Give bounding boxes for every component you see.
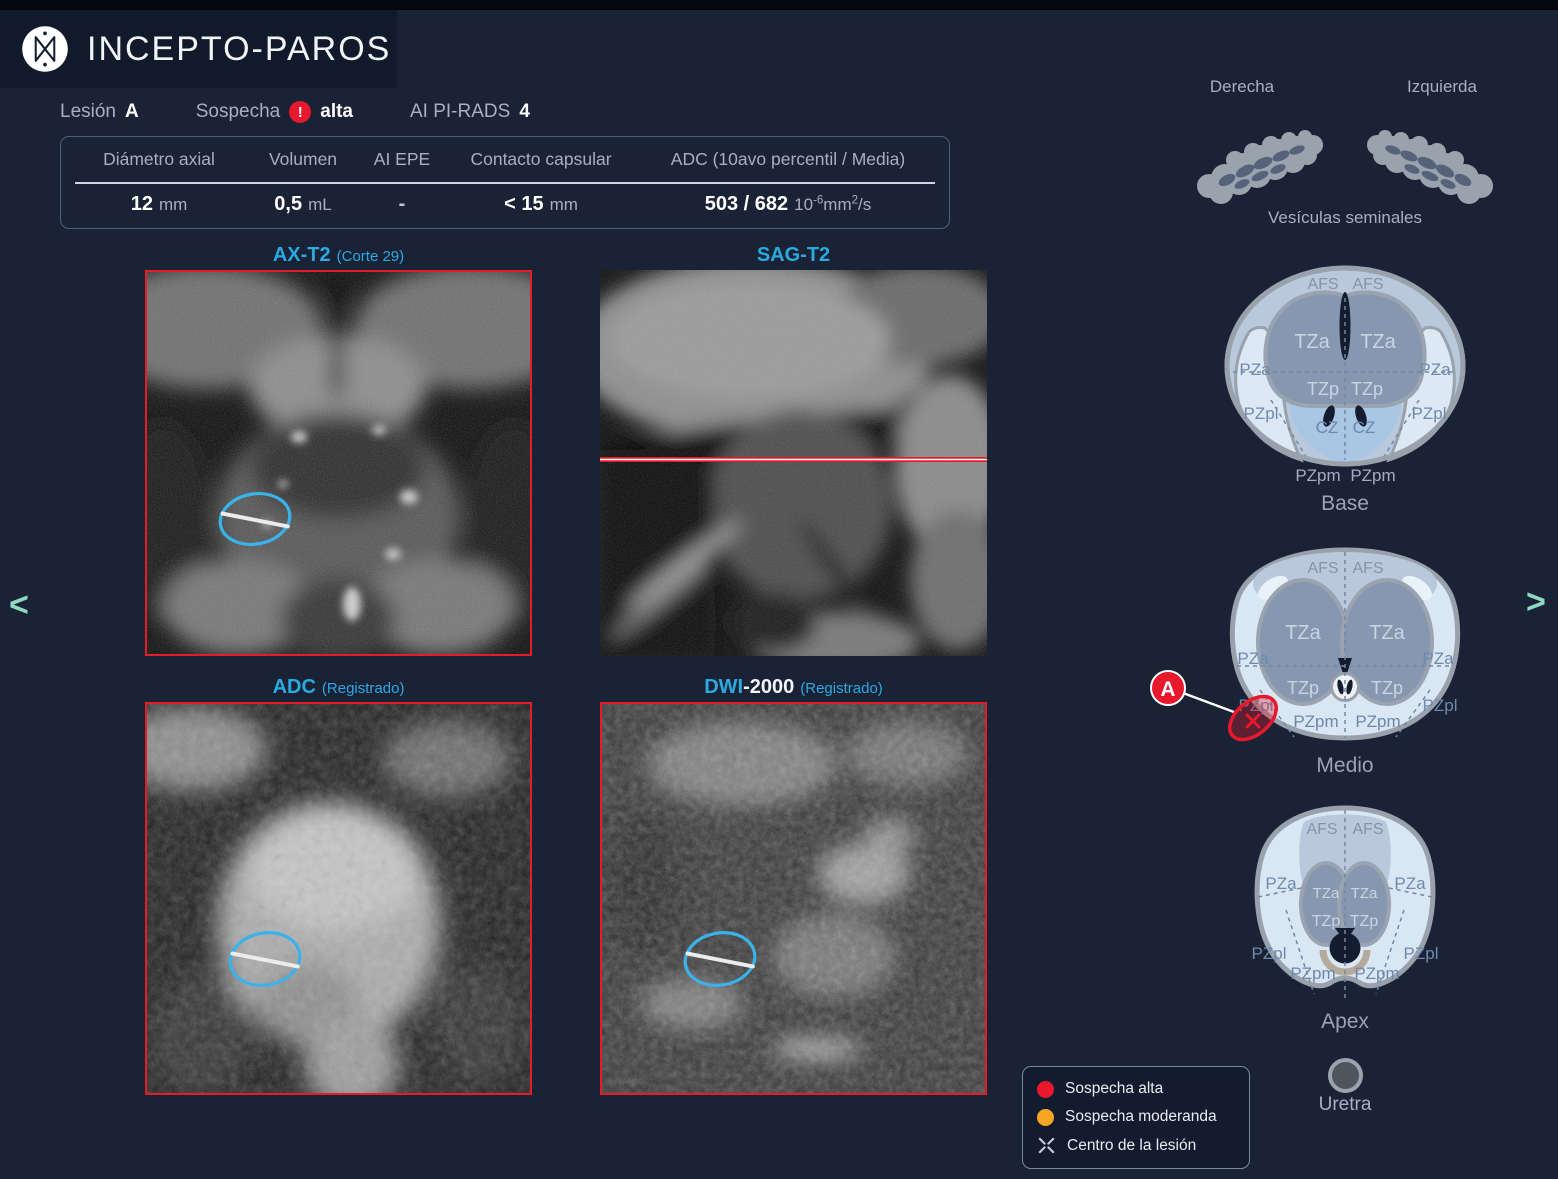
zone-label-pza: PZa bbox=[1422, 649, 1454, 668]
metrics-table: Diámetro axial Volumen AI EPE Contacto c… bbox=[60, 136, 950, 229]
col-diameter: Diámetro axial bbox=[61, 149, 257, 170]
capsular-value: < 15mm bbox=[455, 193, 627, 216]
medio-sector-diagram[interactable]: AFS AFS TZa TZa PZa PZa TZp TZp PZpl PZp… bbox=[1140, 540, 1485, 759]
metrics-header-row: Diámetro axial Volumen AI EPE Contacto c… bbox=[61, 137, 949, 181]
base-label: Base bbox=[1285, 492, 1405, 516]
suspicion-value: alta bbox=[320, 101, 353, 123]
zone-label-tza: TZa bbox=[1369, 622, 1405, 644]
prev-lesion-button[interactable]: < bbox=[9, 588, 29, 622]
sag-t2-title: SAG-T2 bbox=[600, 244, 987, 267]
zone-label-afs: AFS bbox=[1307, 276, 1338, 293]
vesicles-label: Vesículas seminales bbox=[1225, 208, 1465, 228]
lesion-a-badge[interactable]: A bbox=[1151, 671, 1185, 705]
zone-label-tzp: TZp bbox=[1371, 678, 1403, 698]
seminal-vesicles-diagram[interactable] bbox=[1187, 118, 1503, 215]
zone-label-tzp: TZp bbox=[1287, 678, 1319, 698]
pirads-label: AI PI-RADS bbox=[410, 101, 510, 123]
lesion-badge-letter: A bbox=[1160, 678, 1175, 701]
zone-label-pzpm: PZpm bbox=[1290, 964, 1335, 983]
legend-item-center: Centro de la lesión bbox=[1037, 1136, 1235, 1155]
zone-label-pza: PZa bbox=[1394, 874, 1426, 893]
zone-label-pzpl: PZpl bbox=[1244, 404, 1279, 423]
lesion-value: A bbox=[125, 101, 139, 123]
alert-icon: ! bbox=[289, 101, 311, 123]
zone-label-afs: AFS bbox=[1352, 560, 1383, 577]
zone-label-tzp: TZp bbox=[1351, 379, 1383, 399]
adc-title: ADC(Registrado) bbox=[145, 676, 532, 699]
zone-label-pza: PZa bbox=[1237, 649, 1269, 668]
zone-label-pzpm: PZpm bbox=[1293, 712, 1338, 731]
zone-label-pza: PZa bbox=[1239, 360, 1271, 379]
header-separator bbox=[75, 182, 935, 184]
dwi-viewer[interactable] bbox=[600, 702, 987, 1095]
ax-t2-title: AX-T2(Corte 29) bbox=[145, 244, 532, 267]
zone-label-tza: TZa bbox=[1351, 885, 1378, 902]
urethra-icon bbox=[1328, 1058, 1363, 1093]
zone-label-tzp: TZp bbox=[1312, 913, 1341, 930]
incepto-logo-icon bbox=[18, 22, 72, 76]
volume-value: 0,5mL bbox=[257, 193, 349, 216]
zone-label-cz: CZ bbox=[1353, 418, 1376, 437]
dwi-title: DWI-2000(Registrado) bbox=[600, 676, 987, 699]
zone-label-tzp: TZp bbox=[1350, 913, 1379, 930]
zone-label-pzpl: PZpl bbox=[1423, 696, 1458, 715]
sag-t2-viewer[interactable] bbox=[600, 270, 987, 656]
zone-label-cz: CZ bbox=[1316, 418, 1339, 437]
right-side-label: Derecha bbox=[1186, 77, 1298, 97]
brand-header: INCEPTO-PAROS bbox=[0, 10, 397, 88]
zone-label-pzpl: PZpl bbox=[1404, 944, 1439, 963]
zone-label-pzpm: PZpm bbox=[1350, 466, 1395, 485]
zone-label-tza: TZa bbox=[1285, 622, 1321, 644]
zone-label-pza: PZa bbox=[1419, 360, 1451, 379]
legend-item-high: Sospecha alta bbox=[1037, 1080, 1235, 1098]
col-epe: AI EPE bbox=[349, 149, 455, 170]
zone-label-afs: AFS bbox=[1306, 821, 1337, 838]
apex-label: Apex bbox=[1285, 1010, 1405, 1034]
col-capsular: Contacto capsular bbox=[455, 149, 627, 170]
zone-label-pza: PZa bbox=[1265, 874, 1297, 893]
pirads-group: AI PI-RADS 4 bbox=[410, 101, 530, 123]
zone-label-afs: AFS bbox=[1352, 821, 1383, 838]
adc-viewer[interactable] bbox=[145, 702, 532, 1095]
high-suspicion-dot-icon bbox=[1037, 1081, 1054, 1098]
zone-label-tza: TZa bbox=[1294, 331, 1330, 353]
zone-label-pzpl: PZpl bbox=[1412, 404, 1447, 423]
epe-value: - bbox=[349, 193, 455, 216]
zone-label-pzpl: PZpl bbox=[1252, 944, 1287, 963]
col-volume: Volumen bbox=[257, 149, 349, 170]
metrics-value-row: 12mm 0,5mL - < 15mm 503 / 68210-6mm2/s bbox=[61, 181, 949, 227]
lesion-callout-line bbox=[1183, 693, 1234, 712]
slice-indicator-line[interactable] bbox=[600, 457, 987, 462]
lesion-header: Lesión A Sospecha ! alta AI PI-RADS 4 bbox=[60, 97, 530, 127]
next-lesion-button[interactable]: > bbox=[1526, 585, 1546, 619]
col-adc: ADC (10avo percentil / Media) bbox=[627, 149, 949, 170]
left-side-label: Izquierda bbox=[1384, 77, 1500, 97]
lesion-id-group: Lesión A bbox=[60, 101, 139, 123]
zone-label-pzpm: PZpm bbox=[1354, 964, 1399, 983]
zone-label-afs: AFS bbox=[1307, 560, 1338, 577]
diameter-value: 12mm bbox=[61, 193, 257, 216]
pirads-value: 4 bbox=[519, 101, 530, 123]
legend-item-moderate: Sospecha moderanda bbox=[1037, 1108, 1235, 1126]
adc-value: 503 / 68210-6mm2/s bbox=[627, 193, 949, 216]
lesion-center-x-icon bbox=[1037, 1136, 1056, 1155]
medio-label: Medio bbox=[1285, 754, 1405, 778]
zone-label-tza: TZa bbox=[1360, 331, 1396, 353]
zone-label-tza: TZa bbox=[1313, 885, 1340, 902]
base-sector-diagram[interactable]: AFS AFS TZa TZa PZa PZa TZp TZp PZpl PZp… bbox=[1217, 256, 1473, 497]
moderate-suspicion-dot-icon bbox=[1037, 1109, 1054, 1126]
zone-label-afs: AFS bbox=[1352, 276, 1383, 293]
top-strip bbox=[0, 0, 1558, 10]
suspicion-legend: Sospecha alta Sospecha moderanda Centro … bbox=[1022, 1066, 1250, 1169]
suspicion-label: Sospecha bbox=[196, 101, 281, 123]
zone-label-pzpm: PZpm bbox=[1295, 466, 1340, 485]
suspicion-group: Sospecha ! alta bbox=[196, 101, 353, 123]
brand-title: INCEPTO-PAROS bbox=[87, 30, 391, 69]
ax-t2-viewer[interactable] bbox=[145, 270, 532, 656]
zone-label-tzp: TZp bbox=[1307, 379, 1339, 399]
urethra-label: Uretra bbox=[1285, 1094, 1405, 1116]
apex-sector-diagram[interactable]: AFS AFS PZa PZa TZa TZa TZp TZp PZpl PZp… bbox=[1222, 798, 1468, 1015]
lesion-label: Lesión bbox=[60, 101, 116, 123]
zone-label-pzpm: PZpm bbox=[1355, 712, 1400, 731]
